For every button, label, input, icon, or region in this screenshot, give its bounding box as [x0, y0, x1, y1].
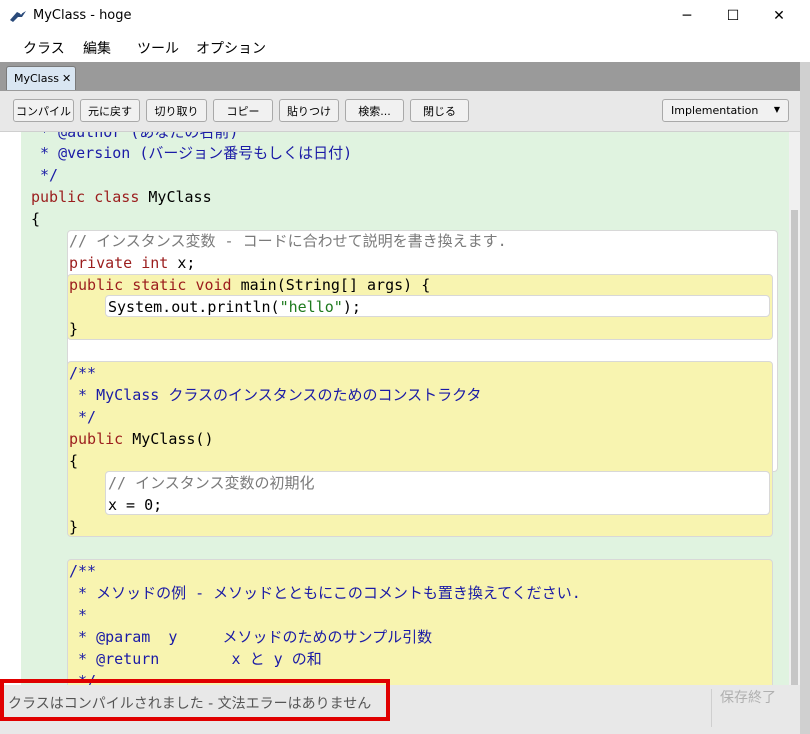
ctor-close-brace: }: [69, 518, 79, 536]
menu-bar: クラス 編集 ツール オプション: [0, 32, 810, 62]
editor-toolbar: コンパイル 元に戻す 切り取り コピー 貼りつけ 検索... 閉じる Imple…: [0, 91, 800, 132]
method-doc-line1: * メソッドの例 - メソッドとともにこのコメントも置き換えてください.: [69, 584, 581, 602]
bluej-bird-icon: [10, 11, 26, 22]
minimize-icon: ─: [682, 8, 692, 24]
keyword-public: public: [69, 430, 124, 448]
class-name: MyClass: [148, 188, 212, 206]
ctor-doc-start: /**: [69, 364, 97, 382]
undo-button[interactable]: 元に戻す: [80, 99, 140, 122]
paste-button[interactable]: 貼りつけ: [279, 99, 339, 122]
title-bar: MyClass - hoge ─ ☐ ✕: [0, 0, 810, 32]
menu-tools[interactable]: ツール: [137, 38, 179, 58]
highlight-box: [0, 679, 390, 721]
method-doc-start: /**: [69, 562, 97, 580]
ctor-assignment: x = 0;: [108, 496, 163, 514]
close-icon: ✕: [773, 8, 785, 24]
tab-label: MyClass: [14, 72, 59, 85]
status-separator: [711, 689, 712, 727]
println-call: System.out.println(: [108, 298, 280, 316]
println-end: );: [342, 298, 361, 316]
ctor-open-brace: {: [69, 452, 79, 470]
keyword-int: int: [141, 254, 169, 272]
field-declaration: private int x;: [69, 252, 195, 274]
keyword-private: private: [69, 254, 133, 272]
println-statement: System.out.println("hello");: [108, 296, 361, 318]
main-close-brace: }: [69, 320, 79, 338]
method-doc-line2: *: [69, 606, 88, 624]
keyword-void: void: [195, 276, 232, 294]
window-title: MyClass - hoge: [33, 8, 132, 23]
find-button[interactable]: 検索...: [345, 99, 404, 122]
class-open-brace: {: [31, 210, 41, 228]
main-signature: public static void main(String[] args) {: [69, 274, 430, 296]
field-name: x;: [177, 254, 196, 272]
ctor-doc-end: */: [69, 408, 97, 426]
compile-button[interactable]: コンパイル: [13, 99, 74, 122]
menu-class[interactable]: クラス: [23, 38, 65, 58]
keyword-class: class: [94, 188, 140, 206]
maximize-icon: ☐: [726, 8, 740, 24]
keyword-public: public: [31, 188, 86, 206]
maximize-button[interactable]: ☐: [710, 0, 756, 32]
minimize-button[interactable]: ─: [664, 0, 710, 32]
close-button[interactable]: 閉じる: [410, 99, 469, 122]
method-doc-param: * @param y メソッドのためのサンプル引数: [69, 628, 433, 646]
view-select[interactable]: Implementation ▼: [662, 99, 789, 122]
class-comment-end: */: [31, 166, 59, 184]
method-doc-return: * @return x と y の和: [69, 650, 322, 668]
ctor-signature: public MyClass(): [69, 428, 214, 450]
tab-myclass[interactable]: MyClass ✕: [6, 66, 76, 90]
chevron-down-icon: ▼: [773, 105, 780, 114]
vertical-scrollbar[interactable]: [789, 132, 800, 685]
code-editor[interactable]: * @author (あなたの名前) * @version (バージョン番号もし…: [0, 132, 800, 685]
ctor-comment: // インスタンス変数の初期化: [108, 474, 315, 492]
main-rest: main(String[] args) {: [240, 276, 431, 294]
tab-bar: MyClass ✕: [0, 62, 800, 91]
ctor-doc-line: * MyClass クラスのインスタンスのためのコンストラクタ: [69, 386, 482, 404]
scrollbar-thumb[interactable]: [791, 210, 798, 685]
editor-gutter: [0, 132, 21, 685]
class-declaration: public class MyClass: [31, 186, 212, 208]
tab-close-icon[interactable]: ✕: [62, 72, 71, 85]
save-state-label: 保存終了: [720, 690, 776, 706]
field-comment: // インスタンス変数 - コードに合わせて説明を書き換えます.: [69, 232, 507, 250]
string-literal: "hello": [279, 298, 343, 316]
version-comment: * @version (バージョン番号もしくは日付): [31, 144, 353, 162]
copy-button[interactable]: コピー: [213, 99, 273, 122]
menu-edit[interactable]: 編集: [83, 38, 111, 58]
close-window-button[interactable]: ✕: [756, 0, 802, 32]
keyword-public: public: [69, 276, 124, 294]
window-edge: [800, 62, 810, 734]
cut-button[interactable]: 切り取り: [146, 99, 207, 122]
menu-options[interactable]: オプション: [196, 38, 266, 58]
keyword-static: static: [132, 276, 187, 294]
view-select-value: Implementation: [671, 104, 759, 117]
ctor-name: MyClass(): [132, 430, 214, 448]
